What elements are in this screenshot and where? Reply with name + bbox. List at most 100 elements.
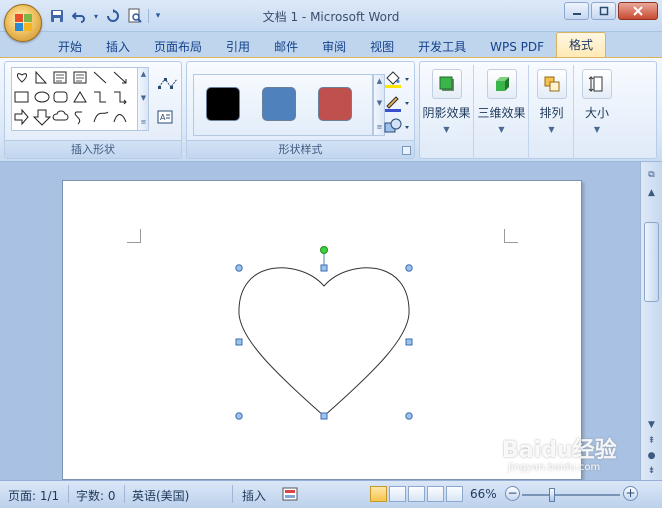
- arrange-label: 排列: [539, 106, 564, 120]
- shape-style-gallery[interactable]: [193, 74, 373, 136]
- heart-shape[interactable]: [238, 267, 410, 417]
- print-layout-view-button[interactable]: [370, 486, 387, 502]
- next-page-icon[interactable]: ⇟: [644, 464, 659, 478]
- ribbon: ▲ ▼ ≡ A 插入形状 ▲ ▼ ≡ 形状样式 阴影效果 ▼ 三维效果 ▼ 排列…: [0, 57, 662, 162]
- tab-9[interactable]: 格式: [556, 32, 607, 58]
- macro-record-icon[interactable]: [282, 486, 298, 505]
- baidu-watermark: Baidu经验 jingyan.baidu.com: [502, 432, 617, 473]
- tab-7[interactable]: 开发工具: [406, 36, 478, 58]
- dialog-launcher-icon[interactable]: [402, 146, 411, 155]
- change-shape-button[interactable]: [383, 118, 411, 139]
- zoom-slider-thumb[interactable]: [549, 488, 555, 502]
- chevron-down-icon: ▼: [593, 125, 601, 134]
- pen-outline-icon: [385, 96, 409, 112]
- group-shape-styles: ▲ ▼ ≡ 形状样式: [186, 61, 415, 159]
- outline-view-button[interactable]: [427, 486, 444, 502]
- previous-page-icon[interactable]: ⇞: [644, 434, 659, 448]
- insert-mode-status[interactable]: 插入: [242, 487, 266, 504]
- browse-object-icon[interactable]: ●: [644, 449, 659, 463]
- text-box-icon: A: [157, 110, 173, 124]
- zoom-out-button[interactable]: −: [505, 486, 520, 501]
- resize-handle-right[interactable]: [405, 338, 413, 346]
- tab-3[interactable]: 引用: [214, 36, 262, 58]
- shapes-gallery-icons: [14, 70, 127, 126]
- threed-effects-button[interactable]: 三维效果 ▼: [475, 65, 529, 159]
- rotate-handle[interactable]: [320, 246, 328, 254]
- arrange-icon: [536, 69, 567, 99]
- resize-handle-top-right[interactable]: [405, 264, 413, 272]
- tab-1[interactable]: 插入: [94, 36, 142, 58]
- full-screen-reading-button[interactable]: [389, 486, 406, 502]
- shadow-effects-icon: [431, 69, 462, 99]
- fill-bucket-icon: [385, 71, 409, 88]
- scroll-thumb[interactable]: [644, 222, 659, 302]
- draft-view-button[interactable]: [446, 486, 463, 502]
- tab-6[interactable]: 视图: [358, 36, 406, 58]
- vertical-scrollbar[interactable]: ⧉ ▲ ▼ ⇞ ● ⇟: [640, 162, 662, 480]
- page-count[interactable]: 页面: 1/1: [8, 487, 59, 504]
- tab-4[interactable]: 邮件: [262, 36, 310, 58]
- title-bar: ▾ ▾ 文档 1 - Microsoft Word: [0, 0, 662, 32]
- office-button[interactable]: [4, 4, 42, 42]
- shadow-effects-button[interactable]: 阴影效果 ▼: [420, 65, 474, 159]
- shape-fill-button[interactable]: [383, 70, 411, 91]
- resize-handle-top-left[interactable]: [235, 264, 243, 272]
- resize-handle-bottom[interactable]: [320, 412, 328, 420]
- office-logo-icon: [15, 14, 33, 32]
- resize-handle-left[interactable]: [235, 338, 243, 346]
- text-box-button[interactable]: A: [157, 110, 173, 127]
- edit-shape-button[interactable]: [157, 76, 179, 93]
- svg-text:A: A: [160, 113, 166, 122]
- shadow-effects-label: 阴影效果: [422, 106, 471, 120]
- restore-button[interactable]: [591, 2, 616, 20]
- zoom-in-button[interactable]: +: [623, 486, 638, 501]
- minimize-button[interactable]: [564, 2, 589, 20]
- size-icon: [582, 69, 612, 99]
- resize-handle-top[interactable]: [320, 264, 328, 272]
- watermark-brand: Baidu经验: [502, 438, 617, 463]
- tab-2[interactable]: 页面布局: [142, 36, 214, 58]
- zoom-level[interactable]: 66%: [470, 487, 497, 501]
- close-button[interactable]: [618, 2, 658, 20]
- zoom-slider-track[interactable]: [522, 494, 620, 496]
- scroll-down-icon[interactable]: ▼: [644, 418, 659, 432]
- resize-handle-bottom-right[interactable]: [405, 412, 413, 420]
- ruler-toggle-icon[interactable]: ⧉: [644, 168, 659, 182]
- window-title: 文档 1 - Microsoft Word: [262, 10, 400, 24]
- group-insert-shapes: ▲ ▼ ≡ A 插入形状: [4, 61, 182, 159]
- style-swatch-black-style[interactable]: [206, 87, 240, 121]
- word-count[interactable]: 字数: 0: [76, 487, 116, 504]
- chevron-down-icon: ▼: [498, 125, 505, 134]
- style-swatch-red-style[interactable]: [318, 87, 352, 121]
- shapes-gallery[interactable]: [11, 67, 143, 131]
- threed-effects-label: 三维效果: [477, 106, 526, 120]
- scroll-up-icon[interactable]: ▲: [139, 70, 148, 79]
- ribbon-tabs: 开始 插入 页面布局 引用 邮件 审阅 视图 开发工具 WPS PDF 格式: [46, 32, 607, 58]
- chevron-down-icon: ▼: [443, 125, 450, 134]
- change-shape-icon: [384, 118, 409, 133]
- insert-shapes-label: 插入形状: [5, 140, 181, 158]
- gallery-more-icon[interactable]: ≡: [139, 118, 148, 127]
- style-swatch-blue-style[interactable]: [262, 87, 296, 121]
- shape-outline-button[interactable]: [383, 94, 411, 115]
- tab-5[interactable]: 审阅: [310, 36, 358, 58]
- size-label: 大小: [584, 106, 609, 120]
- status-separator: [232, 485, 233, 503]
- web-layout-view-button[interactable]: [408, 486, 425, 502]
- scroll-up-icon[interactable]: ▲: [644, 186, 659, 200]
- chevron-down-icon: ▼: [548, 125, 555, 134]
- status-separator: [68, 485, 69, 503]
- status-bar: 页面: 1/1 字数: 0 英语(美国) 插入 66% − +: [0, 480, 662, 508]
- size-button[interactable]: 大小 ▼: [575, 65, 619, 159]
- window-controls: [564, 2, 658, 20]
- shape-styles-label: 形状样式: [187, 140, 414, 158]
- arrange-button[interactable]: 排列 ▼: [530, 65, 574, 159]
- scroll-down-icon[interactable]: ▼: [139, 94, 148, 103]
- tab-8[interactable]: WPS PDF: [478, 36, 556, 58]
- tab-0[interactable]: 开始: [46, 36, 94, 58]
- status-separator: [124, 485, 125, 503]
- language-status[interactable]: 英语(美国): [132, 487, 189, 504]
- resize-handle-bottom-left[interactable]: [235, 412, 243, 420]
- edit-points-icon: [158, 78, 178, 89]
- shapes-gallery-scroll[interactable]: ▲ ▼ ≡: [137, 67, 149, 131]
